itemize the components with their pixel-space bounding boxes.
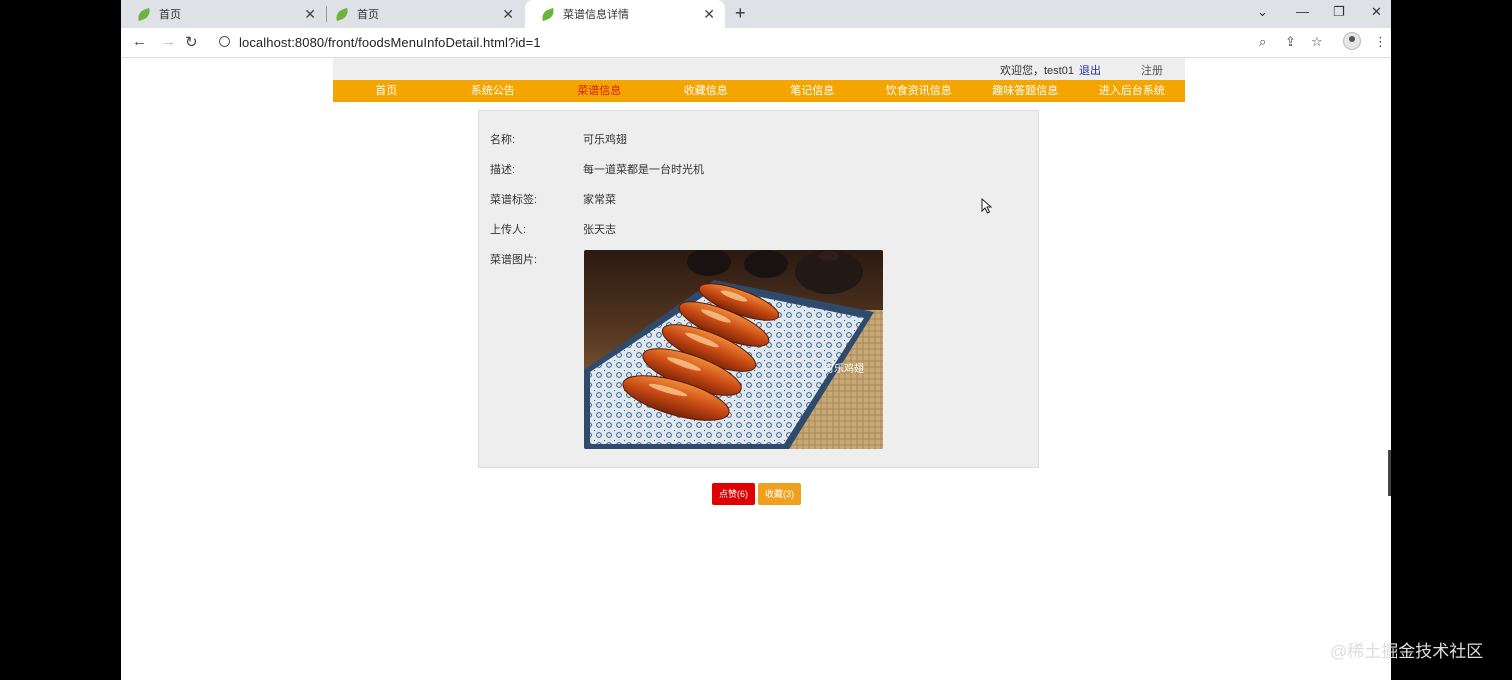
nav-item-diet-news[interactable]: 饮食资讯信息 <box>866 80 973 102</box>
share-icon[interactable]: ⇪ <box>1285 34 1296 50</box>
bookmark-star-icon[interactable]: ☆ <box>1311 34 1323 50</box>
browser-toolbar: ← → ↻ localhost:8080/front/foodsMenuInfo… <box>121 28 1391 58</box>
tab-strip: 首页 ✕ 首页 ✕ 菜谱信息详情 ✕ + ⌄ — ❐ ✕ <box>121 0 1391 28</box>
cola-chicken-wings-illustration: 可乐鸡翅 <box>584 250 883 449</box>
profile-avatar-icon[interactable] <box>1343 32 1361 50</box>
menu-kebab-icon[interactable]: ⋮ <box>1374 34 1387 50</box>
user-bar: 欢迎您，test01 退出 注册 <box>333 58 1185 80</box>
back-icon[interactable]: ← <box>132 33 147 50</box>
recipe-image: 可乐鸡翅 <box>584 250 883 449</box>
field-row-uploader: 上传人: 张天志 <box>490 221 616 237</box>
scrollbar-thumb[interactable] <box>1388 450 1391 496</box>
spring-leaf-icon <box>539 7 557 21</box>
nav-item-recipes[interactable]: 菜谱信息 <box>546 80 653 102</box>
tab-dish-detail[interactable]: 菜谱信息详情 ✕ <box>525 0 725 28</box>
tab-home-1[interactable]: 首页 ✕ <box>121 0 326 28</box>
restore-icon[interactable]: ❐ <box>1333 4 1345 20</box>
action-buttons: 点赞(6) 收藏(3) <box>712 483 801 505</box>
spring-leaf-icon <box>333 7 351 21</box>
like-button[interactable]: 点赞(6) <box>712 483 755 505</box>
mouse-cursor-icon <box>981 198 993 214</box>
tab-home-2[interactable]: 首页 ✕ <box>319 0 524 28</box>
reload-icon[interactable]: ↻ <box>185 33 198 51</box>
new-tab-icon[interactable]: + <box>735 3 746 24</box>
field-row-tag: 菜谱标签: 家常菜 <box>490 191 616 207</box>
field-label: 名称: <box>490 134 516 146</box>
tab-title: 首页 <box>159 9 181 21</box>
nav-item-home[interactable]: 首页 <box>333 80 440 102</box>
field-value: 可乐鸡翅 <box>583 134 627 146</box>
watermark: @稀土掘金技术社区 <box>1330 642 1484 661</box>
url-text[interactable]: localhost:8080/front/foodsMenuInfoDetail… <box>239 35 541 50</box>
field-value: 每一道菜都是一台时光机 <box>583 164 704 176</box>
field-value: 家常菜 <box>583 194 616 206</box>
field-label: 菜谱标签: <box>490 194 538 206</box>
logout-link[interactable]: 退出 <box>1079 65 1101 77</box>
field-value: 张天志 <box>583 224 616 236</box>
close-icon[interactable]: ✕ <box>502 6 514 23</box>
field-row-description: 描述: 每一道菜都是一台时光机 <box>490 161 704 177</box>
minimize-icon[interactable]: — <box>1296 4 1309 19</box>
close-icon[interactable]: ✕ <box>703 6 715 23</box>
site-info-icon[interactable] <box>219 36 230 47</box>
favorite-button[interactable]: 收藏(3) <box>758 483 801 505</box>
tab-search-chevron-icon[interactable]: ⌄ <box>1257 4 1268 20</box>
image-caption: 可乐鸡翅 <box>824 362 864 375</box>
register-link[interactable]: 注册 <box>1141 62 1163 78</box>
field-label: 菜谱图片: <box>490 254 538 266</box>
main-nav: 首页 系统公告 菜谱信息 收藏信息 笔记信息 饮食资讯信息 趣味答题信息 进入后… <box>333 80 1185 102</box>
nav-item-favorites[interactable]: 收藏信息 <box>653 80 760 102</box>
nav-item-notes[interactable]: 笔记信息 <box>759 80 866 102</box>
welcome-label: 欢迎您，test01 <box>999 65 1074 77</box>
close-icon[interactable]: ✕ <box>304 6 316 23</box>
spring-leaf-icon <box>135 7 153 21</box>
browser-window: 首页 ✕ 首页 ✕ 菜谱信息详情 ✕ + ⌄ — ❐ ✕ ← → ↻ local… <box>121 0 1391 680</box>
field-row-name: 名称: 可乐鸡翅 <box>490 131 627 147</box>
field-label: 描述: <box>490 164 516 176</box>
tab-title: 首页 <box>357 9 379 21</box>
window-close-icon[interactable]: ✕ <box>1371 4 1382 20</box>
nav-item-admin[interactable]: 进入后台系统 <box>1079 80 1186 102</box>
welcome-text: 欢迎您，test01 退出 <box>1000 62 1101 78</box>
forward-icon[interactable]: → <box>161 33 176 50</box>
nav-item-announcements[interactable]: 系统公告 <box>440 80 547 102</box>
nav-item-quiz[interactable]: 趣味答题信息 <box>972 80 1079 102</box>
field-row-image: 菜谱图片: <box>490 251 583 267</box>
field-label: 上传人: <box>490 224 527 236</box>
address-bar[interactable]: localhost:8080/front/foodsMenuInfoDetail… <box>211 31 1331 55</box>
tab-title: 菜谱信息详情 <box>563 9 629 21</box>
zoom-icon[interactable]: ⌕ <box>1259 34 1266 50</box>
recipe-detail-card: 名称: 可乐鸡翅 描述: 每一道菜都是一台时光机 菜谱标签: 家常菜 上传人: 张天志 … <box>478 110 1039 468</box>
